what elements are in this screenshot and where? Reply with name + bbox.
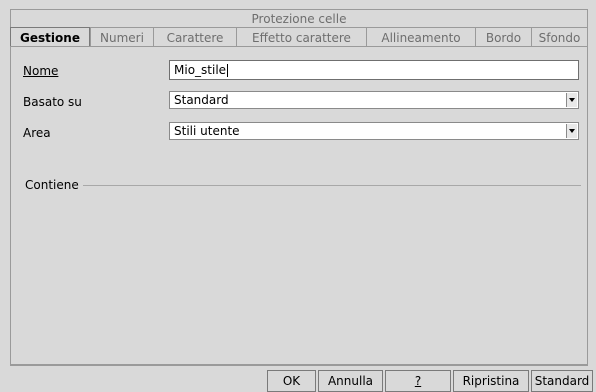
name-field[interactable]: Mio_stile [169, 60, 579, 80]
tab-row-bottom: Gestione Numeri Carattere Effetto caratt… [10, 27, 588, 47]
tab-font[interactable]: Carattere [153, 27, 236, 47]
cell-style-dialog: Protezione celle Gestione Numeri Caratte… [0, 0, 596, 392]
tab-panel-organizer: Nome Mio_stile Basato su Standard Area S… [10, 46, 588, 365]
text-caret [227, 64, 229, 77]
tab-organizer[interactable]: Gestione [10, 27, 90, 47]
name-label: Nome [23, 64, 59, 78]
chevron-down-icon[interactable] [566, 93, 577, 107]
contains-section-header: Contiene [25, 178, 581, 192]
tab-font-effects[interactable]: Effetto carattere [236, 27, 366, 47]
based-on-value: Standard [174, 93, 229, 107]
tab-row-top: Protezione celle [10, 9, 588, 27]
area-value: Stili utente [174, 124, 240, 138]
ok-button[interactable]: OK [267, 370, 316, 392]
tab-borders[interactable]: Bordo [475, 27, 531, 47]
cancel-button[interactable]: Annulla [318, 370, 383, 392]
help-button[interactable]: ? [385, 370, 451, 392]
tab-numbers[interactable]: Numeri [90, 27, 153, 47]
chevron-down-icon[interactable] [566, 124, 577, 138]
button-bar-separator [10, 365, 588, 367]
reset-button[interactable]: Ripristina [453, 370, 529, 392]
area-select[interactable]: Stili utente [169, 122, 579, 140]
standard-button[interactable]: Standard [531, 370, 593, 392]
based-on-label: Basato su [23, 95, 82, 109]
area-label: Area [23, 126, 51, 140]
based-on-select[interactable]: Standard [169, 91, 579, 109]
tab-cell-protection[interactable]: Protezione celle [252, 12, 347, 26]
separator-line [82, 184, 581, 186]
contains-label: Contiene [25, 178, 79, 192]
tab-background[interactable]: Sfondo [531, 27, 588, 47]
tab-alignment[interactable]: Allineamento [366, 27, 475, 47]
